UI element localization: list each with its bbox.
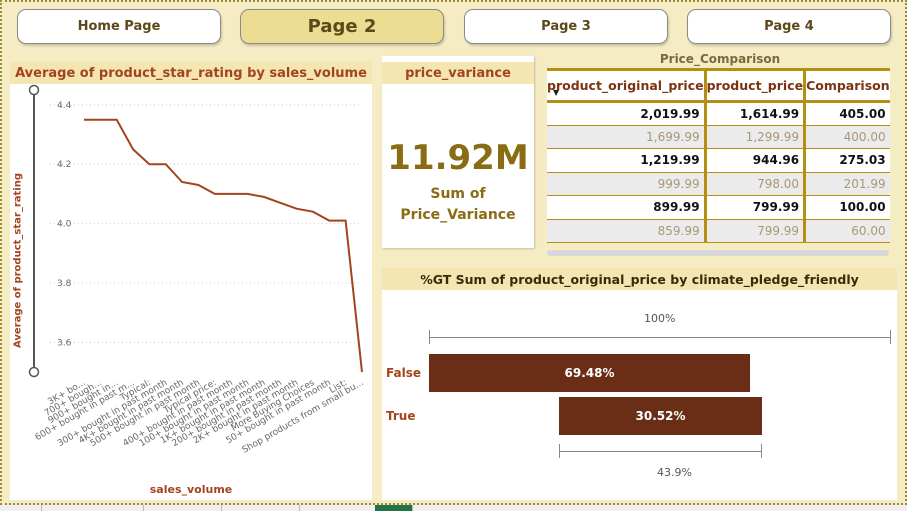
top-scale-bracket bbox=[429, 330, 891, 344]
y-tick-label: 3.6 bbox=[57, 338, 72, 348]
table-row: 999.99 798.00 201.99 bbox=[547, 172, 890, 196]
kpi-label-line1: Sum of bbox=[430, 186, 486, 202]
page-tab[interactable] bbox=[144, 505, 222, 511]
bar-false[interactable]: 69.48% bbox=[429, 354, 750, 392]
col-header-product-price[interactable]: product_price bbox=[705, 68, 807, 103]
cell-product-price: 1,614.99 bbox=[705, 101, 807, 126]
bar-chart-title: %GT Sum of product_original_price by cli… bbox=[382, 268, 897, 290]
cell-product-price: 944.96 bbox=[705, 148, 807, 173]
kpi-value: 11.92M bbox=[387, 138, 529, 178]
kpi-title: price_variance bbox=[382, 62, 534, 84]
cell-comparison: 100.00 bbox=[804, 195, 890, 220]
bar-bottom-scale-label: 43.9% bbox=[657, 466, 692, 479]
page-tab-active[interactable] bbox=[375, 505, 413, 511]
bar-top-scale-label: 100% bbox=[644, 312, 676, 325]
table-row: 1,219.99 944.96 275.03 bbox=[547, 148, 890, 173]
bar-chart-panel: %GT Sum of product_original_price by cli… bbox=[382, 268, 897, 500]
page-tabs-strip bbox=[0, 505, 907, 511]
col-header-comparison[interactable]: Comparison bbox=[804, 68, 890, 103]
cell-comparison: 400.00 bbox=[804, 125, 890, 149]
range-slider-top-handle[interactable] bbox=[28, 84, 40, 96]
bar-category-false: False bbox=[386, 366, 421, 380]
table-row: 2,019.99 1,614.99 405.00 bbox=[547, 101, 890, 126]
cell-product-price: 799.99 bbox=[705, 195, 807, 220]
bar-false-value: 69.48% bbox=[559, 363, 620, 383]
bottom-scale-bracket bbox=[559, 444, 763, 458]
home-page-button[interactable]: Home Page bbox=[17, 9, 221, 44]
bar-category-true: True bbox=[386, 409, 416, 423]
y-tick-label: 4.4 bbox=[57, 101, 72, 111]
cell-product-price: 799.99 bbox=[705, 219, 807, 243]
page2-button[interactable]: Page 2 bbox=[240, 9, 444, 44]
table-header-row: product_original_price ▼ product_price C… bbox=[547, 68, 890, 103]
bar-true[interactable]: 30.52% bbox=[559, 397, 763, 435]
cell-original-price: 859.99 bbox=[547, 219, 707, 243]
cell-comparison: 201.99 bbox=[804, 172, 890, 196]
col-header-original-price-label: product_original_price bbox=[547, 78, 704, 93]
sort-descending-icon[interactable]: ▼ bbox=[553, 88, 559, 97]
line-chart-x-axis-title: sales_volume bbox=[149, 483, 233, 496]
bar-true-value: 30.52% bbox=[630, 406, 691, 426]
price-comparison-title: Price_Comparison bbox=[659, 52, 781, 66]
y-tick-label: 4.2 bbox=[57, 160, 71, 170]
cell-product-price: 798.00 bbox=[705, 172, 807, 196]
cell-original-price: 1,699.99 bbox=[547, 125, 707, 149]
table-horizontal-scrollbar[interactable] bbox=[547, 250, 889, 256]
page-tab[interactable] bbox=[222, 505, 300, 511]
price-comparison-table: product_original_price ▼ product_price C… bbox=[547, 68, 890, 243]
table-row: 1,699.99 1,299.99 400.00 bbox=[547, 125, 890, 149]
price-comparison-panel: Price_Comparison product_original_price … bbox=[543, 50, 897, 258]
cell-original-price: 999.99 bbox=[547, 172, 707, 196]
line-series-star-rating bbox=[84, 118, 363, 373]
cell-comparison: 405.00 bbox=[804, 101, 890, 126]
page4-button[interactable]: Page 4 bbox=[687, 9, 891, 44]
table-row: 899.99 799.99 100.00 bbox=[547, 195, 890, 220]
y-tick-label: 4.0 bbox=[57, 220, 72, 230]
page-tab[interactable] bbox=[42, 505, 144, 511]
line-chart-y-axis-title: Average of product_star_rating bbox=[12, 173, 24, 349]
y-tick-label: 3.8 bbox=[57, 279, 72, 289]
cell-original-price: 2,019.99 bbox=[547, 101, 707, 126]
cell-comparison: 60.00 bbox=[804, 219, 890, 243]
report-canvas: Home Page Page 2 Page 3 Page 4 Average o… bbox=[0, 0, 907, 505]
page-tab[interactable] bbox=[0, 505, 42, 511]
cell-comparison: 275.03 bbox=[804, 148, 890, 173]
line-chart-panel: Average of product_star_rating by sales_… bbox=[10, 62, 372, 500]
range-slider-bottom-handle[interactable] bbox=[28, 366, 40, 378]
kpi-label: Sum of Price_Variance bbox=[382, 184, 534, 226]
cell-original-price: 1,219.99 bbox=[547, 148, 707, 173]
page3-button[interactable]: Page 3 bbox=[464, 9, 668, 44]
line-chart: 3.63.84.04.24.4 3K+ bo...700+ bough...90… bbox=[28, 84, 366, 456]
kpi-card: price_variance 11.92M Sum of Price_Varia… bbox=[382, 56, 534, 248]
cell-product-price: 1,299.99 bbox=[705, 125, 807, 149]
table-row: 859.99 799.99 60.00 bbox=[547, 219, 890, 243]
col-header-original-price[interactable]: product_original_price ▼ bbox=[547, 68, 707, 103]
kpi-label-line2: Price_Variance bbox=[400, 207, 516, 223]
cell-original-price: 899.99 bbox=[547, 195, 707, 220]
